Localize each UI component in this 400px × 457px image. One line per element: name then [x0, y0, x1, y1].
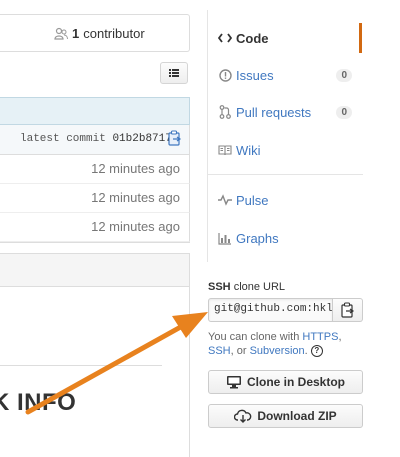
nav-item-label: Graphs: [236, 230, 279, 246]
clone-protocol: SSH: [208, 281, 231, 293]
book-icon: [218, 143, 232, 157]
help-suffix: .: [304, 345, 308, 357]
nav-item-graphs[interactable]: Graphs: [209, 223, 362, 253]
nav-divider: [208, 174, 363, 175]
code-icon: [218, 31, 232, 45]
list-icon: [169, 69, 179, 77]
clone-help-text: You can clone with HTTPS, SSH, or Subver…: [208, 331, 342, 358]
question-icon[interactable]: ?: [310, 345, 323, 358]
clipboard-icon: [340, 302, 354, 318]
nav-item-label: Pull requests: [236, 104, 312, 120]
readme-heading: K INFO: [0, 389, 77, 416]
issues-count-badge: 0: [336, 68, 352, 82]
people-icon: [54, 27, 68, 41]
copy-sha-button[interactable]: [168, 130, 182, 146]
graph-icon: [218, 231, 232, 245]
readme-header-bar: [0, 253, 190, 287]
pull-request-icon: [218, 105, 232, 119]
copy-clone-url-button[interactable]: [333, 298, 363, 322]
clone-url-input[interactable]: git@github.com:hkli: [208, 298, 333, 322]
nav-item-issues[interactable]: Issues 0: [209, 60, 362, 90]
contributors-link[interactable]: 1 contributor: [54, 26, 145, 41]
help-prefix: You can clone with: [208, 331, 300, 343]
nav-item-wiki[interactable]: Wiki: [209, 135, 362, 165]
file-row[interactable]: 12 minutes ago: [0, 155, 190, 184]
file-age: 12 minutes ago: [91, 161, 180, 176]
nav-item-label: Issues: [236, 67, 274, 83]
download-zip-button[interactable]: Download ZIP: [208, 404, 363, 428]
subversion-link[interactable]: Subversion: [250, 345, 305, 357]
latest-commit-text: latest commit 01b2b87175: [20, 133, 178, 145]
help-or: or: [236, 345, 247, 357]
readme-box-border: [189, 287, 190, 457]
file-row[interactable]: 12 minutes ago: [0, 213, 190, 242]
clone-in-desktop-label: Clone in Desktop: [246, 375, 345, 389]
contributor-count: 1: [72, 26, 80, 41]
desktop-icon: [226, 376, 241, 389]
ssh-link[interactable]: SSH: [208, 345, 231, 357]
clipboard-icon: [168, 130, 182, 146]
issue-icon: [218, 68, 232, 82]
clone-in-desktop-button[interactable]: Clone in Desktop: [208, 370, 363, 394]
file-row[interactable]: 12 minutes ago: [0, 184, 190, 213]
file-list-bottom-border: [0, 242, 190, 243]
nav-item-label: Code: [236, 30, 269, 46]
cloud-download-icon: [234, 409, 252, 423]
branch-info-bar: [0, 97, 190, 125]
file-list-toggle-button[interactable]: [160, 62, 188, 84]
file-age: 12 minutes ago: [91, 219, 180, 234]
https-link[interactable]: HTTPS: [302, 331, 338, 343]
readme-divider: [0, 365, 162, 366]
pull-requests-count-badge: 0: [336, 105, 352, 119]
nav-item-label: Pulse: [236, 192, 269, 208]
contributor-label: contributor: [83, 26, 145, 41]
nav-item-pulse[interactable]: Pulse: [209, 185, 362, 215]
nav-item-label: Wiki: [236, 142, 261, 158]
latest-commit-label: latest commit: [20, 133, 106, 145]
nav-item-pull-requests[interactable]: Pull requests 0: [209, 97, 362, 127]
file-age: 12 minutes ago: [91, 190, 180, 205]
clone-url-label: SSH clone URL: [208, 281, 285, 293]
clone-label-suffix: clone URL: [233, 281, 286, 293]
nav-item-code[interactable]: Code: [209, 23, 362, 53]
download-zip-label: Download ZIP: [257, 409, 337, 423]
pulse-icon: [218, 193, 232, 207]
